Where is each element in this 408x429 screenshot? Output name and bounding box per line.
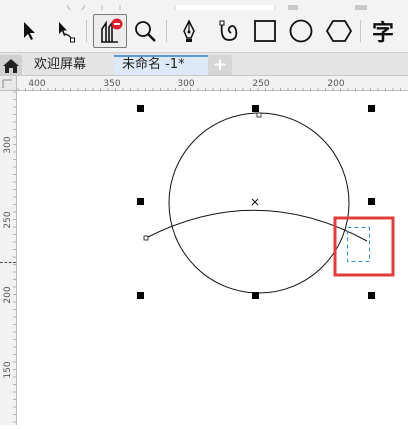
tab-document[interactable]: 未命名 -1*	[114, 55, 208, 75]
selection-handle	[137, 105, 144, 112]
selection-handle	[368, 292, 375, 299]
ruler-origin-icon	[2, 79, 12, 88]
ruler-tick-label: 200	[327, 79, 344, 89]
rectangle-icon	[254, 20, 276, 42]
pen-tool[interactable]	[172, 14, 206, 48]
toolbar-separator	[86, 20, 87, 42]
ruler-tick-label: 250	[3, 211, 13, 228]
text-tool[interactable]: 字	[366, 14, 400, 48]
document-tab-bar: 欢迎屏幕 未命名 -1* +	[0, 53, 408, 76]
highlight-box	[333, 216, 395, 277]
selection-handles	[137, 105, 375, 299]
vertical-ruler-scale: 300 250 200 150	[3, 91, 16, 423]
drawing-canvas[interactable]	[17, 91, 408, 425]
ruler-tick-label: 150	[3, 361, 13, 378]
horizontal-ruler-scale: 400 350 300 250 200	[17, 79, 401, 91]
toolbar-separator	[360, 20, 361, 42]
crop-icon	[101, 18, 123, 43]
top-strip	[0, 0, 408, 10]
node-arrow-icon	[59, 22, 75, 43]
ruler-tick-label: 400	[28, 79, 45, 89]
home-icon	[3, 59, 19, 73]
canvas-drawing	[137, 105, 395, 299]
zoom-tool[interactable]	[128, 14, 162, 48]
artistic-media-tool[interactable]	[212, 14, 246, 48]
spiral-curve-icon	[219, 20, 238, 41]
curve-start-node	[143, 235, 149, 241]
new-tab-button[interactable]: +	[208, 55, 232, 75]
selection-handle	[368, 198, 375, 205]
ruler-tick-label: 300	[177, 79, 194, 89]
ruler-guide-marker	[0, 262, 16, 263]
toolbox: 字	[0, 10, 408, 53]
selection-handle	[137, 292, 144, 299]
pick-tool[interactable]	[12, 14, 46, 48]
ruler-tick-label: 250	[252, 79, 269, 89]
polygon-tool[interactable]	[322, 14, 356, 48]
ruler-tick-label: 200	[3, 286, 13, 303]
selection-handle	[137, 198, 144, 205]
crop-tool[interactable]	[93, 14, 127, 48]
tab-home[interactable]	[0, 55, 22, 75]
hexagon-icon	[325, 20, 353, 42]
text-char-icon: 字	[371, 21, 394, 46]
tab-welcome-screen[interactable]: 欢迎屏幕	[26, 55, 94, 75]
ellipse-tool[interactable]	[284, 14, 318, 48]
horizontal-ruler[interactable]: 400 350 300 250 200	[0, 76, 408, 91]
ellipse-icon	[289, 19, 313, 43]
vertical-ruler[interactable]: 300 250 200 150	[0, 90, 17, 425]
ruler-tick-label: 300	[3, 136, 13, 153]
ruler-tick-label: 350	[103, 79, 120, 89]
pen-nib-icon	[183, 19, 195, 42]
rectangle-tool[interactable]	[248, 14, 282, 48]
ellipse-shape	[168, 112, 350, 294]
magnifier-icon	[135, 21, 156, 42]
center-mark	[251, 198, 259, 206]
selection-handle	[252, 292, 259, 299]
shape-tool[interactable]	[48, 14, 82, 48]
tab-document-label: 未命名 -1*	[122, 57, 185, 72]
selection-handle	[252, 105, 259, 112]
selection-handle	[368, 105, 375, 112]
ellipse-top-node	[256, 112, 262, 118]
ruler-origin[interactable]	[0, 76, 17, 91]
toolbar-separator	[166, 20, 167, 42]
arrow-cursor-icon	[24, 22, 35, 40]
